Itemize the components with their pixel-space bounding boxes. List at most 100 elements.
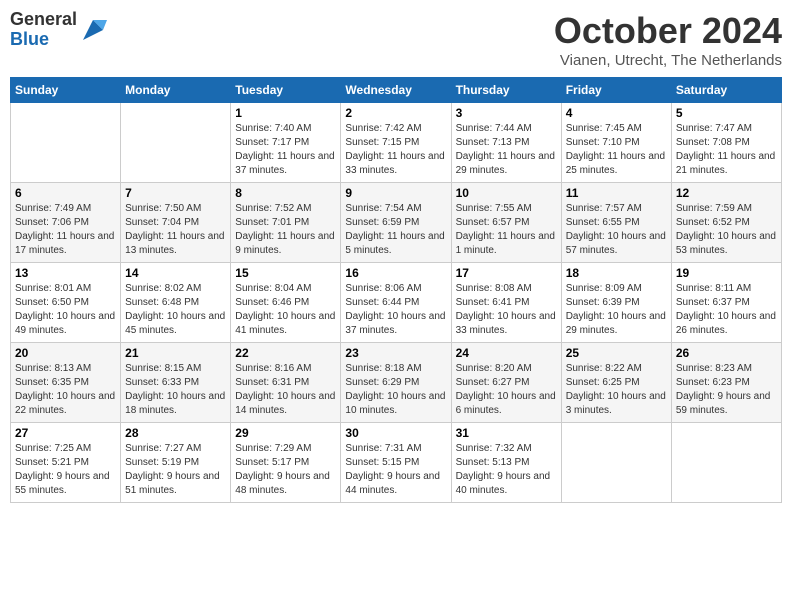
weekday-header: Friday	[561, 78, 671, 103]
cell-info: Sunrise: 8:18 AM Sunset: 6:29 PM Dayligh…	[345, 362, 446, 418]
daylight-text: Daylight: 10 hours and 49 minutes.	[15, 311, 115, 336]
day-number: 16	[345, 266, 446, 280]
sunset-text: Sunset: 6:23 PM	[676, 377, 750, 388]
daylight-text: Daylight: 9 hours and 55 minutes.	[15, 471, 110, 496]
weekday-header: Monday	[121, 78, 231, 103]
calendar-cell: 4 Sunrise: 7:45 AM Sunset: 7:10 PM Dayli…	[561, 103, 671, 183]
cell-info: Sunrise: 7:49 AM Sunset: 7:06 PM Dayligh…	[15, 202, 116, 258]
sunset-text: Sunset: 7:17 PM	[235, 137, 309, 148]
day-number: 15	[235, 266, 336, 280]
sunrise-text: Sunrise: 8:08 AM	[456, 283, 532, 294]
sunrise-text: Sunrise: 8:04 AM	[235, 283, 311, 294]
sunset-text: Sunset: 6:31 PM	[235, 377, 309, 388]
day-number: 7	[125, 186, 226, 200]
sunset-text: Sunset: 6:46 PM	[235, 297, 309, 308]
day-number: 8	[235, 186, 336, 200]
daylight-text: Daylight: 11 hours and 13 minutes.	[125, 231, 224, 256]
cell-info: Sunrise: 7:47 AM Sunset: 7:08 PM Dayligh…	[676, 122, 777, 178]
sunrise-text: Sunrise: 7:40 AM	[235, 123, 311, 134]
sunset-text: Sunset: 6:25 PM	[566, 377, 640, 388]
day-number: 25	[566, 346, 667, 360]
calendar-week-row: 27 Sunrise: 7:25 AM Sunset: 5:21 PM Dayl…	[11, 423, 782, 503]
daylight-text: Daylight: 9 hours and 51 minutes.	[125, 471, 220, 496]
sunrise-text: Sunrise: 7:55 AM	[456, 203, 532, 214]
calendar-cell: 17 Sunrise: 8:08 AM Sunset: 6:41 PM Dayl…	[451, 263, 561, 343]
title-block: October 2024 Vianen, Utrecht, The Nether…	[554, 10, 782, 69]
cell-info: Sunrise: 8:20 AM Sunset: 6:27 PM Dayligh…	[456, 362, 557, 418]
logo: General Blue	[10, 10, 107, 50]
sunrise-text: Sunrise: 8:13 AM	[15, 363, 91, 374]
day-number: 19	[676, 266, 777, 280]
month-title: October 2024	[554, 10, 782, 52]
sunset-text: Sunset: 6:29 PM	[345, 377, 419, 388]
daylight-text: Daylight: 10 hours and 45 minutes.	[125, 311, 225, 336]
sunset-text: Sunset: 6:48 PM	[125, 297, 199, 308]
sunrise-text: Sunrise: 7:42 AM	[345, 123, 421, 134]
sunset-text: Sunset: 6:52 PM	[676, 217, 750, 228]
sunrise-text: Sunrise: 8:20 AM	[456, 363, 532, 374]
daylight-text: Daylight: 11 hours and 29 minutes.	[456, 151, 555, 176]
sunset-text: Sunset: 6:50 PM	[15, 297, 89, 308]
cell-info: Sunrise: 8:01 AM Sunset: 6:50 PM Dayligh…	[15, 282, 116, 338]
calendar-cell: 6 Sunrise: 7:49 AM Sunset: 7:06 PM Dayli…	[11, 183, 121, 263]
sunset-text: Sunset: 6:39 PM	[566, 297, 640, 308]
day-number: 17	[456, 266, 557, 280]
sunrise-text: Sunrise: 8:23 AM	[676, 363, 752, 374]
sunrise-text: Sunrise: 7:49 AM	[15, 203, 91, 214]
cell-info: Sunrise: 7:25 AM Sunset: 5:21 PM Dayligh…	[15, 442, 116, 498]
weekday-header: Saturday	[671, 78, 781, 103]
sunrise-text: Sunrise: 7:47 AM	[676, 123, 752, 134]
day-number: 10	[456, 186, 557, 200]
cell-info: Sunrise: 8:13 AM Sunset: 6:35 PM Dayligh…	[15, 362, 116, 418]
sunset-text: Sunset: 7:04 PM	[125, 217, 199, 228]
calendar-cell: 21 Sunrise: 8:15 AM Sunset: 6:33 PM Dayl…	[121, 343, 231, 423]
logo-blue: Blue	[10, 29, 49, 49]
sunrise-text: Sunrise: 7:27 AM	[125, 443, 201, 454]
sunrise-text: Sunrise: 7:32 AM	[456, 443, 532, 454]
calendar-cell: 30 Sunrise: 7:31 AM Sunset: 5:15 PM Dayl…	[341, 423, 451, 503]
calendar-cell: 7 Sunrise: 7:50 AM Sunset: 7:04 PM Dayli…	[121, 183, 231, 263]
day-number: 22	[235, 346, 336, 360]
logo-general: General	[10, 9, 77, 29]
sunset-text: Sunset: 6:59 PM	[345, 217, 419, 228]
day-number: 26	[676, 346, 777, 360]
calendar-cell: 25 Sunrise: 8:22 AM Sunset: 6:25 PM Dayl…	[561, 343, 671, 423]
calendar-cell: 1 Sunrise: 7:40 AM Sunset: 7:17 PM Dayli…	[231, 103, 341, 183]
calendar-cell: 18 Sunrise: 8:09 AM Sunset: 6:39 PM Dayl…	[561, 263, 671, 343]
day-number: 21	[125, 346, 226, 360]
location: Vianen, Utrecht, The Netherlands	[554, 52, 782, 69]
weekday-header: Tuesday	[231, 78, 341, 103]
sunrise-text: Sunrise: 8:22 AM	[566, 363, 642, 374]
daylight-text: Daylight: 10 hours and 26 minutes.	[676, 311, 776, 336]
calendar-cell: 10 Sunrise: 7:55 AM Sunset: 6:57 PM Dayl…	[451, 183, 561, 263]
calendar-cell: 28 Sunrise: 7:27 AM Sunset: 5:19 PM Dayl…	[121, 423, 231, 503]
cell-info: Sunrise: 8:11 AM Sunset: 6:37 PM Dayligh…	[676, 282, 777, 338]
daylight-text: Daylight: 9 hours and 48 minutes.	[235, 471, 330, 496]
daylight-text: Daylight: 10 hours and 14 minutes.	[235, 391, 335, 416]
daylight-text: Daylight: 10 hours and 37 minutes.	[345, 311, 445, 336]
sunrise-text: Sunrise: 8:01 AM	[15, 283, 91, 294]
daylight-text: Daylight: 10 hours and 57 minutes.	[566, 231, 666, 256]
weekday-header-row: SundayMondayTuesdayWednesdayThursdayFrid…	[11, 78, 782, 103]
calendar-cell: 27 Sunrise: 7:25 AM Sunset: 5:21 PM Dayl…	[11, 423, 121, 503]
calendar-cell: 22 Sunrise: 8:16 AM Sunset: 6:31 PM Dayl…	[231, 343, 341, 423]
day-number: 2	[345, 106, 446, 120]
sunrise-text: Sunrise: 7:54 AM	[345, 203, 421, 214]
sunrise-text: Sunrise: 8:09 AM	[566, 283, 642, 294]
cell-info: Sunrise: 7:57 AM Sunset: 6:55 PM Dayligh…	[566, 202, 667, 258]
calendar-cell: 16 Sunrise: 8:06 AM Sunset: 6:44 PM Dayl…	[341, 263, 451, 343]
page-header: General Blue October 2024 Vianen, Utrech…	[10, 10, 782, 69]
day-number: 5	[676, 106, 777, 120]
daylight-text: Daylight: 10 hours and 33 minutes.	[456, 311, 556, 336]
sunset-text: Sunset: 6:35 PM	[15, 377, 89, 388]
sunrise-text: Sunrise: 7:59 AM	[676, 203, 752, 214]
sunset-text: Sunset: 6:55 PM	[566, 217, 640, 228]
daylight-text: Daylight: 11 hours and 5 minutes.	[345, 231, 444, 256]
calendar-cell	[121, 103, 231, 183]
sunrise-text: Sunrise: 8:11 AM	[676, 283, 751, 294]
cell-info: Sunrise: 7:44 AM Sunset: 7:13 PM Dayligh…	[456, 122, 557, 178]
daylight-text: Daylight: 10 hours and 3 minutes.	[566, 391, 666, 416]
sunrise-text: Sunrise: 7:44 AM	[456, 123, 532, 134]
logo-icon	[79, 16, 107, 44]
day-number: 11	[566, 186, 667, 200]
